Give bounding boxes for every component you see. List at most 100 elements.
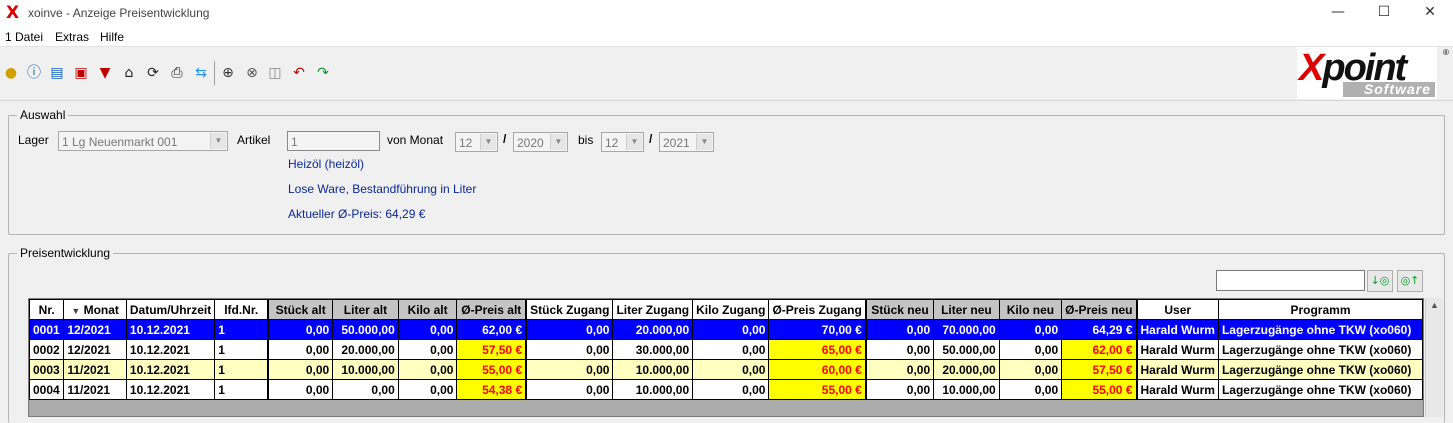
table-cell[interactable]: 0,00 [397,379,458,400]
maximize-icon[interactable]: ☐ [1361,0,1407,26]
table-row[interactable]: 0004 11/2021 10.12.2021 1 0,00 0,00 0,00 54,38 … [29,379,1423,400]
table-cell[interactable]: 0,00 [525,339,614,360]
menu-datei[interactable]: 1 Datei [5,30,43,44]
table-cell[interactable]: 20.000,00 [933,359,1000,380]
menu-hilfe[interactable]: Hilfe [100,30,124,44]
table-cell[interactable]: 62,00 € [456,319,527,340]
table-cell[interactable]: 0,00 [692,319,770,340]
col-header-liter-alt[interactable]: Liter alt [332,299,399,320]
col-header-preis-zugang[interactable]: Ø-Preis Zugang [768,299,867,320]
table-cell[interactable]: Lagerzugänge ohne TKW (xo060) [1217,319,1423,340]
table-cell[interactable]: 0,00 [998,379,1063,400]
find-next-icon[interactable]: ↓◎ [1367,270,1393,292]
col-header-nr[interactable]: Nr. [29,299,65,320]
col-header-preis-neu[interactable]: Ø-Preis neu [1061,299,1137,320]
table-row[interactable]: 0003 11/2021 10.12.2021 1 0,00 10.000,00 0,00 5… [29,359,1423,380]
table-cell[interactable]: 0,00 [998,339,1063,360]
table-cell[interactable]: Harald Wurm [1135,339,1219,360]
table-cell[interactable]: Lagerzugänge ohne TKW (xo060) [1217,379,1423,400]
table-cell[interactable]: 54,38 € [456,379,527,400]
table-cell[interactable]: 0,00 [864,379,935,400]
table-cell[interactable]: 10.000,00 [933,379,1000,400]
table-cell[interactable]: 0,00 [267,319,334,340]
table-cell[interactable]: 0,00 [692,339,770,360]
table-cell[interactable]: 0,00 [267,359,334,380]
bis-year-select[interactable]: 2021 ▼ [659,132,714,152]
printer-icon[interactable]: ⎙ [168,64,186,82]
table-cell[interactable]: 30.000,00 [612,339,694,360]
table-cell[interactable]: 62,00 € [1061,339,1137,360]
table-cell[interactable]: 11/2021 [63,379,127,400]
table-cell[interactable]: 60,00 € [768,359,867,380]
refresh-icon[interactable]: ⟳ [144,64,162,82]
info-icon[interactable]: ⓘ [25,64,43,82]
table-cell[interactable]: 0,00 [998,319,1063,340]
table-cell[interactable]: 0,00 [267,339,334,360]
table-cell[interactable]: 10.12.2021 [125,339,216,360]
col-header-kilo-alt[interactable]: Kilo alt [397,299,458,320]
table-cell[interactable]: 0,00 [525,359,614,380]
add-icon[interactable]: ⊕ [219,64,237,82]
table-cell[interactable]: 20.000,00 [612,319,694,340]
table-cell[interactable]: 0004 [29,379,65,400]
vertical-scrollbar[interactable]: ▲ [1425,298,1443,417]
table-cell[interactable]: 11/2021 [63,359,127,380]
teamviewer-icon[interactable]: ⇆ [192,64,210,82]
table-cell[interactable]: 12/2021 [63,319,127,340]
table-cell[interactable]: 20.000,00 [332,339,399,360]
von-month-select[interactable]: 12 ▼ [455,132,498,152]
table-cell[interactable]: 55,00 € [768,379,867,400]
menu-extras[interactable]: Extras [55,30,89,44]
table-cell[interactable]: 57,50 € [1061,359,1137,380]
filter-icon[interactable]: ▼ [96,64,114,82]
delete-icon[interactable]: ⊗ [243,64,261,82]
table-cell[interactable]: 10.000,00 [612,359,694,380]
col-header-preis-alt[interactable]: Ø-Preis alt [456,299,527,320]
redo-icon[interactable]: ↷ [314,64,332,82]
table-cell[interactable]: 65,00 € [768,339,867,360]
book-icon[interactable]: ▤ [48,64,66,82]
table-cell[interactable]: 10.12.2021 [125,359,216,380]
table-cell[interactable]: 0003 [29,359,65,380]
table-cell[interactable]: 0,00 [332,379,399,400]
save-icon[interactable]: ◫ [266,64,284,82]
table-cell[interactable]: 57,50 € [456,339,527,360]
col-header-datum[interactable]: Datum/Uhrzeit [125,299,216,320]
col-header-liter-neu[interactable]: Liter neu [933,299,1000,320]
table-cell[interactable]: 50.000,00 [332,319,399,340]
table-cell[interactable]: 0,00 [267,379,334,400]
table-cell[interactable]: 70,00 € [768,319,867,340]
col-header-kilo-neu[interactable]: Kilo neu [998,299,1063,320]
artikel-input[interactable]: 1 [287,131,380,151]
table-cell[interactable]: 0,00 [397,339,458,360]
table-cell[interactable]: 0,00 [397,319,458,340]
table-cell[interactable]: 55,00 € [1061,379,1137,400]
table-cell[interactable]: 0,00 [864,339,935,360]
table-cell[interactable]: 10.000,00 [612,379,694,400]
table-cell[interactable]: 10.000,00 [332,359,399,380]
table-cell[interactable]: 0,00 [525,379,614,400]
table-cell[interactable]: 1 [214,319,269,340]
col-header-monat[interactable]: ▼ Monat [63,299,127,320]
table-cell[interactable]: 1 [214,339,269,360]
lager-select[interactable]: 1 Lg Neuenmarkt 001 ▼ [58,131,228,151]
table-cell[interactable]: 0,00 [998,359,1063,380]
minimize-icon[interactable]: — [1315,0,1361,26]
col-header-kilo-zugang[interactable]: Kilo Zugang [692,299,770,320]
col-header-user[interactable]: User [1135,299,1219,320]
search-input[interactable] [1216,270,1365,291]
table-cell[interactable]: Harald Wurm [1135,359,1219,380]
table-cell[interactable]: 1 [214,379,269,400]
table-cell[interactable]: 0,00 [864,319,935,340]
scroll-up-icon[interactable]: ▲ [1430,300,1439,310]
close-icon[interactable]: ✕ [1407,0,1453,26]
col-header-stueck-alt[interactable]: Stück alt [267,299,334,320]
table-cell[interactable]: 0,00 [397,359,458,380]
table-cell[interactable]: 50.000,00 [933,339,1000,360]
table-cell[interactable]: 1 [214,359,269,380]
table-cell[interactable]: 55,00 € [456,359,527,380]
table-row[interactable]: 0002 12/2021 10.12.2021 1 0,00 20.000,00 0,00 5… [29,339,1423,360]
col-header-lfd-nr[interactable]: lfd.Nr. [214,299,269,320]
table-cell[interactable]: Harald Wurm [1135,379,1219,400]
lightbulb-icon[interactable]: ● [2,64,20,82]
